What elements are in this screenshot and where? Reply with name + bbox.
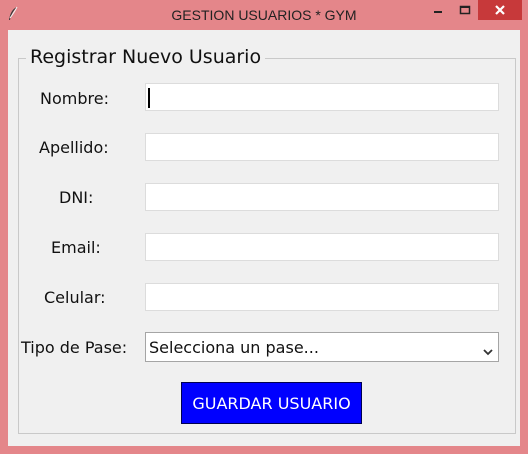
dni-label: DNI: [59,188,94,207]
apellido-field[interactable] [145,133,499,161]
form-legend: Registrar Nuevo Usuario [26,46,266,68]
dni-field[interactable] [145,183,499,211]
email-field[interactable] [145,233,499,261]
celular-field[interactable] [145,283,499,311]
client-area: Registrar Nuevo Usuario Nombre: Apellido… [8,30,520,446]
maximize-icon[interactable] [452,0,478,20]
pass-type-select[interactable]: Selecciona un pase... [145,332,499,362]
minimize-icon[interactable] [424,0,452,20]
save-user-button[interactable]: GUARDAR USUARIO [181,382,362,424]
close-icon[interactable] [478,0,522,20]
title-bar[interactable]: GESTION USUARIOS * GYM [0,0,528,30]
chevron-down-icon[interactable] [482,342,494,356]
celular-label: Celular: [44,288,106,307]
nombre-label: Nombre: [40,89,109,108]
pass-type-selected: Selecciona un pase... [149,338,319,357]
apellido-label: Apellido: [39,138,109,157]
app-window: GESTION USUARIOS * GYM Registrar Nuevo U… [0,0,528,454]
pass-type-label: Tipo de Pase: [21,338,128,357]
nombre-field[interactable] [145,83,499,111]
email-label: Email: [51,238,101,257]
text-caret [148,88,150,108]
